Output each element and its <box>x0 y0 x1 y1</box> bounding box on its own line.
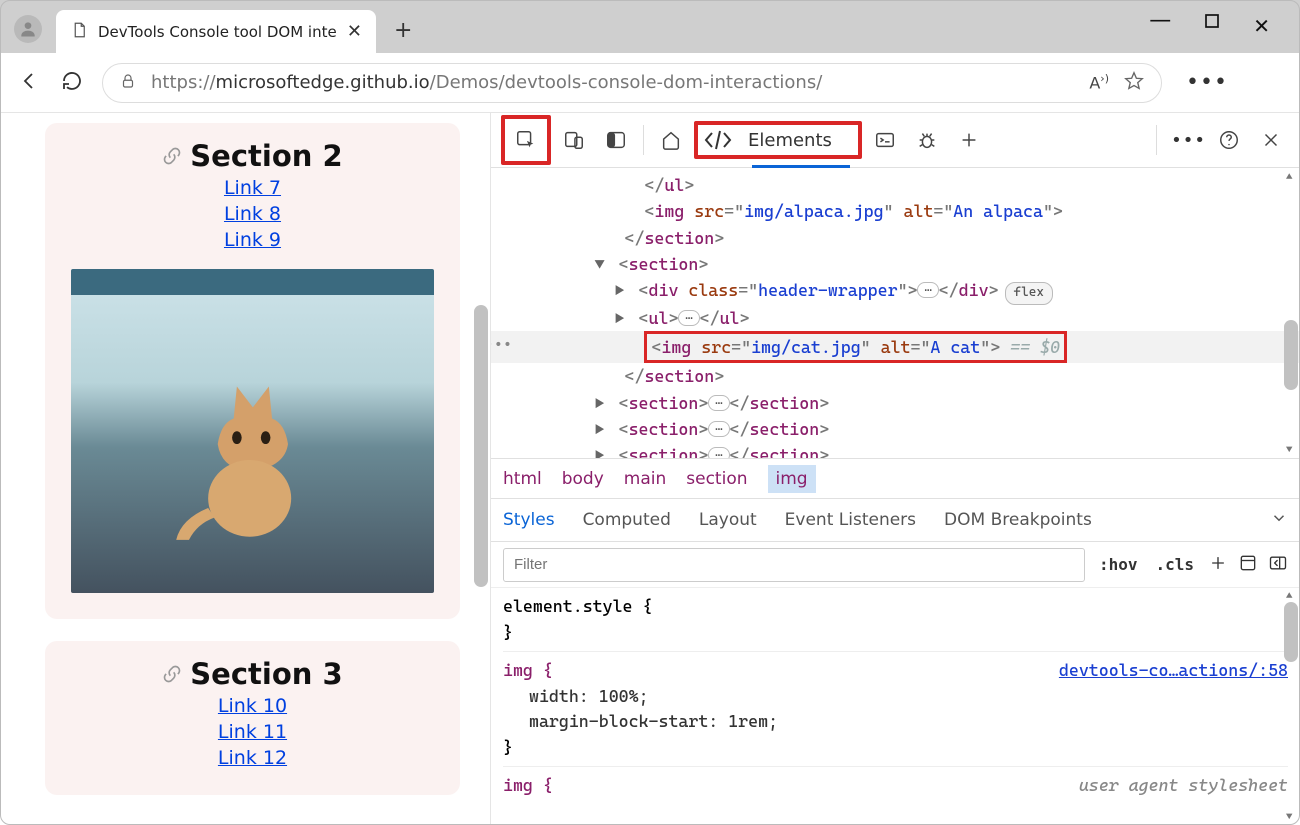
rendered-page: Section 2 Link 7 Link 8 Link 9 Section 3… <box>0 113 490 825</box>
sources-tab-bug-icon[interactable] <box>908 121 946 159</box>
url-text: https://microsoftedge.github.io/Demos/de… <box>151 72 1075 93</box>
minimize-icon[interactable]: — <box>1149 8 1171 33</box>
elements-tab[interactable]: Elements <box>700 125 850 155</box>
more-tabs-button[interactable] <box>950 121 988 159</box>
crumb-img[interactable]: img <box>768 465 816 493</box>
window-controls: — ✕ <box>1149 14 1270 39</box>
tab-styles[interactable]: Styles <box>503 510 555 530</box>
styles-scrollbar[interactable]: ▲▼ <box>1284 588 1298 825</box>
console-tab[interactable] <box>866 121 904 159</box>
crumb-section[interactable]: section <box>686 469 747 489</box>
refresh-button[interactable] <box>60 69 84 97</box>
inspect-element-button[interactable] <box>507 121 545 159</box>
chevron-down-icon[interactable] <box>1270 509 1288 532</box>
close-window-icon[interactable]: ✕ <box>1253 14 1270 39</box>
user-agent-label: user agent stylesheet <box>1079 773 1288 799</box>
link-11[interactable]: Link 11 <box>71 721 434 743</box>
devtools-menu-icon[interactable]: ••• <box>1171 130 1206 151</box>
styles-rules[interactable]: element.style { } img {devtools-co…actio… <box>491 588 1300 825</box>
dock-button[interactable] <box>597 121 635 159</box>
new-tab-button[interactable]: + <box>394 18 412 43</box>
hov-toggle[interactable]: :hov <box>1095 555 1142 574</box>
link-9[interactable]: Link 9 <box>71 229 434 251</box>
link-icon <box>162 139 182 173</box>
img-rule[interactable]: img {devtools-co…actions/:58 <box>503 658 1288 684</box>
section-3-heading: Section 3 <box>162 657 342 691</box>
computed-styles-icon[interactable] <box>1238 553 1258 577</box>
dom-breadcrumb: html body main section img <box>491 458 1300 498</box>
row-actions-icon[interactable]: ••• <box>491 335 513 357</box>
favorite-icon[interactable] <box>1123 70 1145 96</box>
cls-toggle[interactable]: .cls <box>1151 555 1198 574</box>
crumb-main[interactable]: main <box>624 469 666 489</box>
welcome-tab[interactable] <box>652 121 690 159</box>
dom-tree[interactable]: </ul> <img src="img/alpaca.jpg" alt="An … <box>491 168 1300 458</box>
browser-titlebar: DevTools Console tool DOM inte ✕ + — ✕ <box>0 0 1300 53</box>
devtools-panel: Elements ••• </ul> <img src="img/alpaca.… <box>490 113 1300 825</box>
cat-image[interactable] <box>71 269 434 593</box>
section-2-heading: Section 2 <box>162 139 342 173</box>
url-field[interactable]: https://microsoftedge.github.io/Demos/de… <box>102 63 1162 103</box>
cat-shape <box>173 366 333 560</box>
browser-menu-icon[interactable]: ••• <box>1186 70 1228 95</box>
tab-event-listeners[interactable]: Event Listeners <box>785 510 916 530</box>
styles-tabs: Styles Computed Layout Event Listeners D… <box>491 498 1300 542</box>
img-ua-rule[interactable]: img {user agent stylesheet <box>503 773 1288 799</box>
styles-toolbar: :hov .cls <box>491 542 1300 588</box>
tab-computed[interactable]: Computed <box>583 510 671 530</box>
help-icon[interactable] <box>1210 121 1248 159</box>
browser-tab[interactable]: DevTools Console tool DOM inte ✕ <box>56 10 376 53</box>
tab-title: DevTools Console tool DOM inte <box>98 23 337 41</box>
source-link[interactable]: devtools-co…actions/:58 <box>1059 658 1288 684</box>
content-area: Section 2 Link 7 Link 8 Link 9 Section 3… <box>0 113 1300 825</box>
section-2-card: Section 2 Link 7 Link 8 Link 9 <box>45 123 460 619</box>
link-icon <box>162 657 182 691</box>
page-icon <box>70 21 88 43</box>
profile-avatar[interactable] <box>14 15 42 43</box>
tab-dom-breakpoints[interactable]: DOM Breakpoints <box>944 510 1092 530</box>
new-style-rule-icon[interactable] <box>1208 553 1228 577</box>
styles-filter-input[interactable] <box>503 548 1085 582</box>
lock-icon <box>119 72 137 94</box>
link-7[interactable]: Link 7 <box>71 177 434 199</box>
close-tab-icon[interactable]: ✕ <box>347 21 362 42</box>
dom-scrollbar[interactable]: ▲▼ <box>1284 168 1298 458</box>
tab-layout[interactable]: Layout <box>699 510 757 530</box>
address-bar: https://microsoftedge.github.io/Demos/de… <box>0 53 1300 113</box>
page-scrollbar[interactable] <box>474 123 488 813</box>
element-style-rule[interactable]: element.style { <box>503 594 1288 620</box>
css-prop-width[interactable]: width: 100%; <box>503 684 1288 710</box>
link-8[interactable]: Link 8 <box>71 203 434 225</box>
css-prop-margin[interactable]: margin-block-start: 1rem; <box>503 709 1288 735</box>
devtools-toolbar: Elements ••• <box>491 113 1300 168</box>
link-10[interactable]: Link 10 <box>71 695 434 717</box>
crumb-html[interactable]: html <box>503 469 542 489</box>
section-3-card: Section 3 Link 10 Link 11 Link 12 <box>45 641 460 795</box>
close-devtools-icon[interactable] <box>1252 121 1290 159</box>
link-12[interactable]: Link 12 <box>71 747 434 769</box>
selected-dom-node[interactable]: ••• <img src="img/cat.jpg" alt="A cat"> … <box>491 331 1300 363</box>
device-toggle-button[interactable] <box>555 121 593 159</box>
read-aloud-icon[interactable]: A›) <box>1089 72 1109 92</box>
highlight-elements-tab: Elements <box>694 121 862 159</box>
back-button[interactable] <box>18 69 42 97</box>
crumb-body[interactable]: body <box>562 469 604 489</box>
maximize-icon[interactable] <box>1205 14 1219 39</box>
highlight-inspect <box>501 115 551 165</box>
show-sidebar-icon[interactable] <box>1268 553 1288 577</box>
